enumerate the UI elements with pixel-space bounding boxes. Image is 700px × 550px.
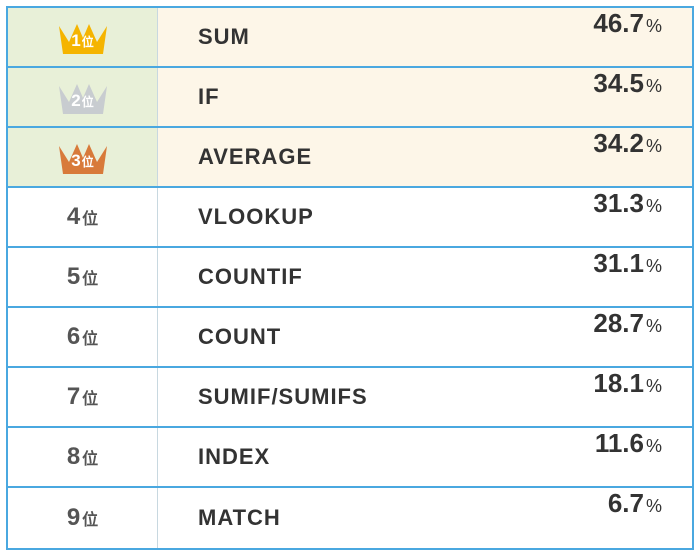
rank-number: 3	[71, 151, 80, 171]
rank-cell: 9位	[8, 488, 158, 548]
rank-cell: 1位	[8, 8, 158, 66]
percentage-cell: 34.2%	[532, 128, 692, 186]
rank-cell: 6位	[8, 308, 158, 366]
percentage-value: 31.3	[593, 188, 644, 219]
percent-sign: %	[646, 76, 662, 97]
table-row: 4位 VLOOKUP 31.3%	[8, 188, 692, 248]
percent-sign: %	[646, 256, 662, 277]
percent-sign: %	[646, 376, 662, 397]
percent-sign: %	[646, 496, 662, 517]
crown-bronze-icon: 3位	[53, 137, 113, 177]
function-name: SUMIF/SUMIFS	[158, 368, 532, 426]
rank-suffix: 位	[82, 325, 98, 349]
percentage-cell: 18.1%	[532, 368, 692, 426]
percent-sign: %	[646, 136, 662, 157]
rank-cell: 8位	[8, 428, 158, 486]
rank-suffix: 位	[82, 153, 94, 170]
percentage-value: 28.7	[593, 308, 644, 339]
rank-cell: 5位	[8, 248, 158, 306]
function-name: MATCH	[158, 488, 532, 548]
table-row: 1位 SUM 46.7%	[8, 8, 692, 68]
percentage-value: 34.2	[593, 128, 644, 159]
table-row: 8位 INDEX 11.6%	[8, 428, 692, 488]
function-name: COUNTIF	[158, 248, 532, 306]
percent-sign: %	[646, 196, 662, 217]
rank-cell: 2位	[8, 68, 158, 126]
rank-number: 5	[67, 263, 80, 291]
percentage-value: 34.5	[593, 68, 644, 99]
table-row: 9位 MATCH 6.7%	[8, 488, 692, 548]
percentage-cell: 31.1%	[532, 248, 692, 306]
table-row: 7位 SUMIF/SUMIFS 18.1%	[8, 368, 692, 428]
rank-suffix: 位	[82, 205, 98, 229]
rank-number: 8	[67, 443, 80, 471]
rank-number: 1	[71, 31, 80, 51]
percentage-value: 11.6	[595, 428, 644, 459]
rank-number: 6	[67, 323, 80, 351]
function-name: INDEX	[158, 428, 532, 486]
rank-suffix: 位	[82, 93, 94, 110]
function-name: VLOOKUP	[158, 188, 532, 246]
function-name: IF	[158, 68, 532, 126]
table-row: 5位 COUNTIF 31.1%	[8, 248, 692, 308]
percent-sign: %	[646, 316, 662, 337]
percentage-cell: 28.7%	[532, 308, 692, 366]
percent-sign: %	[646, 16, 662, 37]
percentage-cell: 31.3%	[532, 188, 692, 246]
percentage-value: 18.1	[593, 368, 644, 399]
crown-silver-icon: 2位	[53, 77, 113, 117]
rank-number: 7	[67, 383, 80, 411]
percentage-cell: 34.5%	[532, 68, 692, 126]
rank-cell: 7位	[8, 368, 158, 426]
rank-number: 9	[67, 504, 80, 532]
rank-suffix: 位	[82, 385, 98, 409]
table-row: 2位 IF 34.5%	[8, 68, 692, 128]
crown-gold-icon: 1位	[53, 17, 113, 57]
percentage-value: 46.7	[593, 8, 644, 39]
rank-number: 4	[67, 203, 80, 231]
function-name: AVERAGE	[158, 128, 532, 186]
rank-suffix: 位	[82, 265, 98, 289]
percentage-cell: 6.7%	[532, 488, 692, 548]
percentage-value: 31.1	[593, 248, 644, 279]
rank-suffix: 位	[82, 445, 98, 469]
table-row: 3位 AVERAGE 34.2%	[8, 128, 692, 188]
percentage-value: 6.7	[608, 488, 644, 519]
percentage-cell: 46.7%	[532, 8, 692, 66]
rank-cell: 4位	[8, 188, 158, 246]
function-name: SUM	[158, 8, 532, 66]
ranking-table: 1位 SUM 46.7% 2位 IF 34.5% 3位 AVERAGE	[6, 6, 694, 550]
table-row: 6位 COUNT 28.7%	[8, 308, 692, 368]
percentage-cell: 11.6%	[532, 428, 692, 486]
rank-suffix: 位	[82, 506, 98, 530]
function-name: COUNT	[158, 308, 532, 366]
rank-suffix: 位	[82, 33, 94, 50]
percent-sign: %	[646, 436, 662, 457]
rank-number: 2	[71, 91, 80, 111]
rank-cell: 3位	[8, 128, 158, 186]
